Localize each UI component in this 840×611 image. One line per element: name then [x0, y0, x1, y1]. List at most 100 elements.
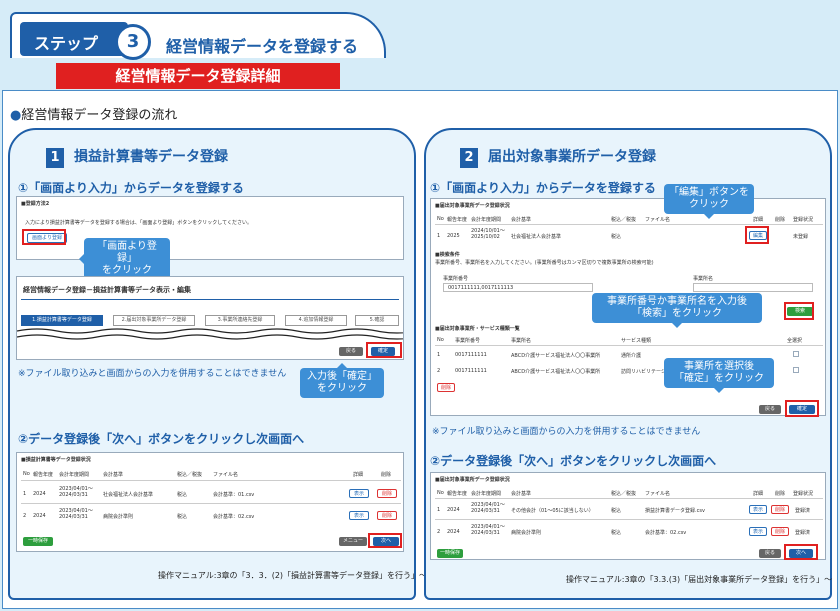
screenshot-pl-edit: 経営情報データ登録－損益計算書等データ表示・編集 1.損益計算書等データ登録 2… — [16, 276, 404, 360]
callout-text: 「編集」ボタンを クリック — [669, 187, 749, 210]
back-button[interactable]: 戻る — [759, 549, 781, 558]
cell: 2023/04/01～ 2024/03/31 — [471, 502, 505, 514]
col: 会計基準 — [511, 491, 532, 497]
right-note: ※ファイル取り込みと画面からの入力を併用することはできません — [432, 427, 701, 437]
office-name-label: 事業所名 — [693, 276, 714, 282]
col: 税込／税抜 — [611, 217, 637, 223]
callout-text: 事業所番号か事業所名を入力後 「検索」をクリック — [607, 296, 747, 319]
temp-save-button[interactable]: 一時保存 — [23, 537, 53, 546]
col-delete: 削除 — [381, 472, 392, 478]
cell: 0017111111 — [455, 368, 487, 374]
left-sub1: ①「画面より入力」からデータを登録する — [18, 181, 244, 195]
right-sub1: ①「画面より入力」からデータを登録する — [430, 181, 656, 195]
highlight-box — [745, 226, 769, 244]
highlight-box — [784, 544, 818, 560]
panel-title: 届出対象事業所データ登録 — [488, 149, 656, 165]
delete-button[interactable]: 削除 — [771, 505, 789, 514]
shot3-title: ■損益計算書等データ登録状況 — [21, 457, 91, 463]
menu-button[interactable]: メニュー — [339, 537, 367, 546]
cell: 会計基準：02.csv — [213, 514, 255, 520]
screenshot-office-list: ■届出対象事業所データ登録状況 No 報告年度 会計年度期間 会計基準 税込／税… — [430, 472, 826, 560]
back-button[interactable]: 戻る — [759, 405, 781, 414]
wave-divider — [17, 328, 403, 340]
col-standard: 会計基準 — [103, 472, 124, 478]
right-sub2: ②データ登録後「次へ」ボタンをクリックし次画面へ — [430, 454, 717, 468]
cell: 1 — [437, 352, 441, 358]
left-note: ※ファイル取り込みと画面からの入力を併用することはできません — [18, 369, 287, 379]
office-number-input[interactable]: 0017111111,0017111113 — [443, 283, 593, 292]
col: 登録状況 — [793, 491, 814, 497]
col: 削除 — [775, 491, 786, 497]
step-contact: 3.事業所連絡先登録 — [205, 315, 275, 326]
col-period: 会計年度期間 — [59, 472, 90, 478]
callout-search: 事業所番号か事業所名を入力後 「検索」をクリック — [592, 293, 762, 328]
panel-heading: 1 損益計算書等データ登録 — [46, 146, 228, 168]
step-office: 2.届出対象事業所データ登録 — [113, 315, 195, 326]
divider — [435, 345, 823, 346]
cell: 2024 — [33, 491, 46, 497]
row-checkbox[interactable] — [793, 351, 799, 357]
col: 削除 — [775, 217, 786, 223]
callout-edit: 「編集」ボタンを クリック — [664, 184, 754, 219]
office-name-input[interactable] — [693, 283, 813, 292]
col-tax: 税込／税抜 — [177, 472, 203, 478]
back-button[interactable]: 戻る — [339, 347, 363, 356]
temp-save-button[interactable]: 一時保存 — [437, 549, 463, 558]
col: 税込／税抜 — [611, 491, 637, 497]
divider — [21, 299, 399, 300]
panel-number: 2 — [460, 148, 478, 168]
col: ファイル名 — [645, 491, 671, 497]
delete-button[interactable]: 削除 — [377, 489, 397, 498]
col-detail: 詳細 — [353, 472, 364, 478]
delete-button[interactable]: 削除 — [437, 383, 455, 392]
col: 事業所番号 — [455, 338, 481, 344]
view-button[interactable]: 表示 — [749, 505, 767, 514]
col-no: No — [23, 471, 30, 477]
highlight-box — [22, 229, 66, 245]
screenshot-register-method: ■登録方法2 入力により損益計算書等データを登録する場合は、「画面より登録」ボタ… — [16, 196, 404, 260]
left-sub2: ②データ登録後「次へ」ボタンをクリックし次画面へ — [18, 432, 305, 446]
delete-button[interactable]: 削除 — [377, 511, 397, 520]
callout-text: 入力後「確定」 をクリック — [307, 371, 377, 394]
callout-text: 事業所を選択後 「確定」をクリック — [674, 361, 764, 384]
cell: 社会福祉法人会計基準 — [511, 234, 562, 240]
cell: 2024 — [33, 513, 46, 519]
delete-button[interactable]: 削除 — [771, 527, 789, 536]
view-button[interactable]: 表示 — [749, 527, 767, 536]
divider — [435, 498, 823, 499]
shot-title: ■届出対象事業所データ登録状況 — [435, 203, 510, 209]
cell: 2 — [23, 513, 27, 519]
shot-title: ■届出対象事業所データ登録状況 — [435, 477, 510, 483]
step-title: 経営情報データを登録する — [166, 37, 359, 56]
col: 詳細 — [753, 491, 764, 497]
col: No — [437, 490, 444, 496]
cell: 税込 — [177, 514, 188, 520]
col: サービス種類 — [621, 338, 652, 344]
cell: ABCD介護サービス福祉法人〇〇事業所 — [511, 353, 601, 359]
shot-desc: 入力により損益計算書等データを登録する場合は、「画面より登録」ボタンをクリックし… — [25, 220, 253, 226]
highlight-box — [785, 400, 819, 417]
col: 事業所名 — [511, 338, 532, 344]
col: No — [437, 216, 444, 222]
search-title: ■検索条件 — [435, 252, 460, 258]
row-checkbox[interactable] — [793, 367, 799, 373]
cell: 0017111111 — [455, 352, 487, 358]
col: 報告年度 — [447, 491, 468, 497]
cell: 損益計算書データ登録.csv — [645, 508, 705, 514]
cell: ABCD介護サービス福祉法人〇〇事業所 — [511, 369, 601, 375]
step-word: ステップ — [34, 34, 99, 53]
view-button[interactable]: 表示 — [349, 511, 369, 520]
divider — [21, 503, 401, 504]
divider — [435, 224, 823, 225]
col: 全選択 — [787, 338, 803, 344]
step-number: 3 — [115, 24, 151, 60]
cell: 2 — [437, 368, 441, 374]
col-year: 報告年度 — [33, 472, 54, 478]
cell: 2023/04/01～ 2024/03/31 — [471, 524, 505, 536]
panel-heading: 2 届出対象事業所データ登録 — [460, 146, 656, 168]
view-button[interactable]: 表示 — [349, 489, 369, 498]
cell: 2 — [437, 529, 441, 535]
right-manual-ref: 操作マニュアル:3章の「3.3.(3)「届出対象事業所データ登録」を行う」～ — [566, 575, 833, 584]
cell: 会計基準：02.csv — [645, 530, 687, 536]
callout-text: 「画面より登録」 をクリック — [97, 241, 157, 276]
